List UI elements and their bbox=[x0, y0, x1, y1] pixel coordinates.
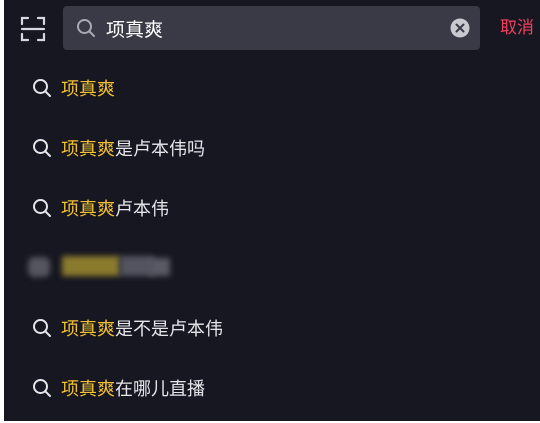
list-item[interactable]: 项真爽是不是卢本伟 bbox=[4, 298, 540, 358]
search-icon bbox=[32, 378, 52, 398]
cancel-button[interactable]: 取消 bbox=[500, 17, 534, 39]
suggestion-rest: 是不是卢本伟 bbox=[115, 319, 223, 340]
suggestion-text: 项真爽是卢本伟吗 bbox=[61, 135, 205, 161]
search-icon bbox=[32, 78, 52, 98]
suggestion-highlight: 项真爽 bbox=[61, 379, 115, 400]
scan-button[interactable] bbox=[16, 12, 50, 46]
list-item[interactable]: 项真爽在哪儿直播 bbox=[4, 358, 540, 418]
blurred-text bbox=[150, 258, 170, 276]
list-item-blurred[interactable] bbox=[4, 236, 540, 296]
search-icon bbox=[32, 318, 52, 338]
suggestion-highlight: 项真爽 bbox=[61, 79, 115, 100]
search-icon bbox=[32, 138, 52, 158]
search-icon bbox=[32, 198, 52, 218]
search-screen: 取消 项真爽 项真爽是卢本伟吗 项真 bbox=[4, 0, 540, 421]
suggestion-rest: 在哪儿直播 bbox=[115, 379, 205, 400]
suggestion-text: 项真爽 bbox=[61, 75, 115, 101]
clear-button[interactable] bbox=[450, 18, 470, 38]
suggestion-text: 项真爽卢本伟 bbox=[61, 195, 169, 221]
suggestion-rest: 卢本伟 bbox=[115, 199, 169, 220]
search-icon bbox=[76, 18, 96, 38]
suggestion-rest: 是卢本伟吗 bbox=[115, 139, 205, 160]
search-top-bar: 取消 bbox=[4, 0, 540, 58]
suggestion-highlight: 项真爽 bbox=[61, 199, 115, 220]
list-item[interactable]: 项真爽是卢本伟吗 bbox=[4, 118, 540, 178]
blurred-text bbox=[62, 256, 120, 276]
suggestion-text: 项真爽是不是卢本伟 bbox=[61, 315, 223, 341]
search-box[interactable] bbox=[63, 6, 480, 50]
list-item[interactable]: 项真爽 bbox=[4, 58, 540, 118]
search-input[interactable] bbox=[96, 6, 450, 50]
suggestion-highlight: 项真爽 bbox=[61, 319, 115, 340]
suggestion-text: 项真爽在哪儿直播 bbox=[61, 375, 205, 401]
clear-icon bbox=[450, 18, 470, 38]
blurred-text bbox=[120, 256, 154, 276]
blurred-icon bbox=[28, 257, 50, 277]
suggestion-highlight: 项真爽 bbox=[61, 139, 115, 160]
scan-icon bbox=[20, 16, 46, 42]
list-item[interactable]: 项真爽卢本伟 bbox=[4, 178, 540, 238]
